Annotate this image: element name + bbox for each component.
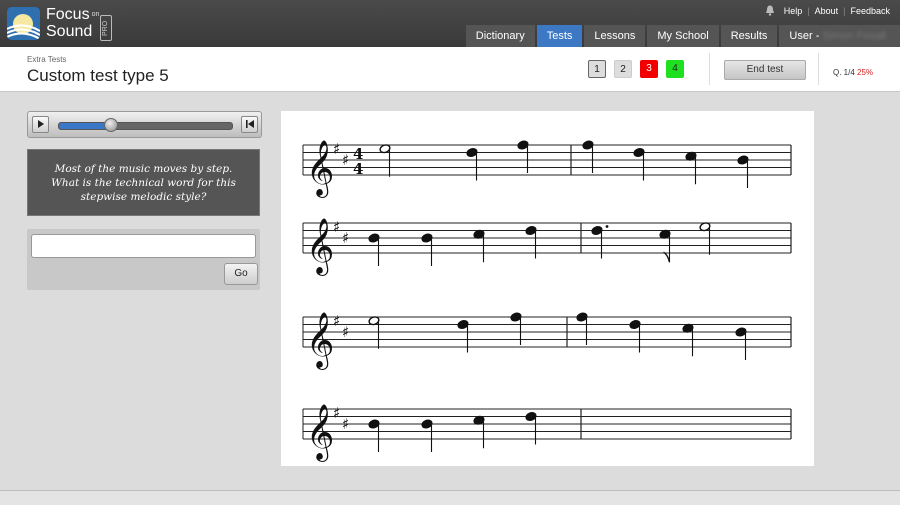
pro-badge: PRO (100, 15, 112, 41)
main-nav: Dictionary Tests Lessons My School Resul… (465, 25, 900, 47)
skip-back-icon (245, 120, 254, 128)
answer-input[interactable] (31, 234, 256, 258)
tab-my-school[interactable]: My School (647, 25, 719, 47)
brand-name: Focus on Sound (46, 6, 100, 41)
sharp-icon: ♯ (342, 151, 349, 169)
sheet-music: 𝄞♯♯ 44𝄞♯♯𝄞♯♯𝄞♯♯ (302, 140, 792, 462)
treble-clef-icon: 𝄞 (306, 312, 334, 370)
page-title: Custom test type 5 (27, 66, 169, 85)
focus-on-sound-logo[interactable] (7, 7, 40, 40)
sharp-icon: ♯ (333, 404, 340, 422)
treble-clef-icon: 𝄞 (306, 218, 334, 276)
play-icon (37, 120, 44, 128)
question-selector: 1 2 3 4 (588, 60, 684, 78)
test-header: Extra Tests Custom test type 5 1 2 3 4 E… (0, 47, 900, 92)
sharp-icon: ♯ (342, 229, 349, 247)
progress-percent: 25% (857, 68, 874, 77)
footer-bar (0, 490, 900, 505)
question-prompt: Most of the music moves by step. What is… (27, 149, 260, 216)
flag-icon (663, 251, 671, 263)
tab-results[interactable]: Results (720, 25, 778, 47)
audio-player (27, 111, 262, 138)
tab-tests[interactable]: Tests (536, 25, 583, 47)
go-button[interactable]: Go (224, 263, 258, 285)
play-button[interactable] (32, 116, 49, 133)
divider (818, 53, 819, 85)
sharp-icon: ♯ (342, 415, 349, 433)
about-link[interactable]: About (815, 6, 839, 16)
divider (709, 53, 710, 85)
tab-user[interactable]: User - Simon Foxall (779, 25, 900, 47)
help-link[interactable]: Help (784, 6, 803, 16)
answer-panel: Go (27, 229, 260, 290)
music-score: 𝄞 ♯ ♯ 4 4 𝄞 ♯ ♯ 𝄞 ♯ ♯ 𝄞 ♯ ♯ (281, 111, 814, 466)
end-test-button[interactable]: End test (724, 60, 806, 80)
dot-icon (605, 225, 609, 228)
breadcrumb[interactable]: Extra Tests (27, 55, 66, 64)
sharp-icon: ♯ (333, 140, 340, 158)
sharp-icon: ♯ (333, 312, 340, 330)
user-prefix: User - (789, 30, 823, 42)
treble-clef-icon: 𝄞 (306, 140, 334, 198)
seek-handle[interactable] (103, 118, 118, 132)
bell-icon[interactable] (765, 5, 775, 16)
question-1-button[interactable]: 1 (588, 60, 606, 78)
question-progress: Q. 1/4 25% (833, 68, 873, 77)
user-name: Simon Foxall (822, 30, 886, 42)
question-4-button[interactable]: 4 (666, 60, 684, 78)
rewind-button[interactable] (241, 116, 258, 133)
top-bar: Focus on Sound PRO Help | About | Feedbac… (0, 0, 900, 47)
sharp-icon: ♯ (333, 218, 340, 236)
feedback-link[interactable]: Feedback (850, 6, 890, 16)
question-2-button[interactable]: 2 (614, 60, 632, 78)
seek-bar[interactable] (58, 122, 233, 130)
time-signature-bottom: 4 (353, 160, 363, 178)
treble-clef-icon: 𝄞 (306, 404, 334, 462)
tab-lessons[interactable]: Lessons (584, 25, 646, 47)
question-3-button[interactable]: 3 (640, 60, 658, 78)
question-count: Q. 1/4 (833, 68, 855, 77)
top-links: Help | About | Feedback (765, 5, 890, 16)
tab-dictionary[interactable]: Dictionary (465, 25, 535, 47)
sharp-icon: ♯ (342, 323, 349, 341)
